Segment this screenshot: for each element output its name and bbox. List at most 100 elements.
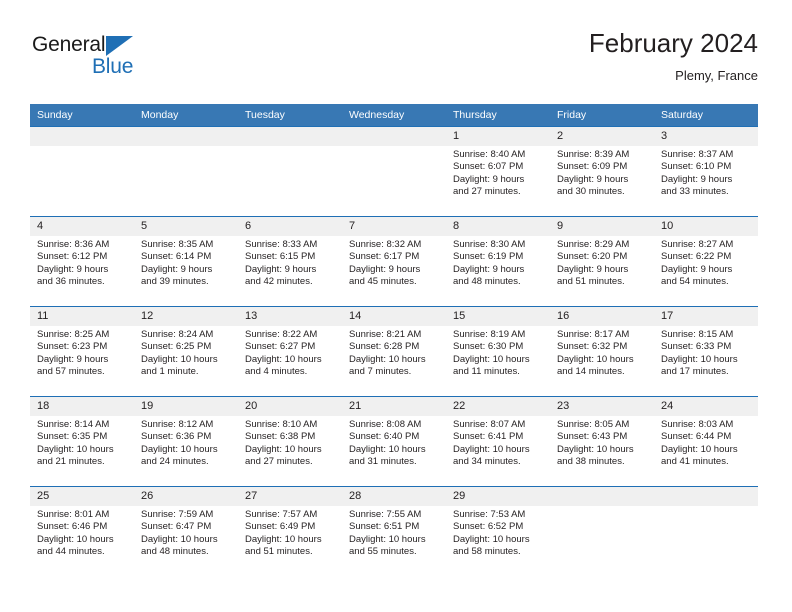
day-daylight-line-text: Daylight: 9 hours (557, 263, 629, 275)
day-sunset-text: Sunset: 6:51 PM (349, 521, 420, 533)
day-sunset-text: Sunset: 6:30 PM (453, 341, 524, 353)
calendar-day-cell[interactable]: 5 Sunrise: 8:35 AM Sunset: 6:14 PM Daylight… (134, 216, 238, 307)
day-sunrise-text: Sunrise: 8:29 AM (557, 239, 630, 250)
calendar-day-cell[interactable]: 6 Sunrise: 8:33 AM Sunset: 6:15 PM Daylight… (238, 216, 342, 307)
day-details: Sunrise: 8:39 AM Sunset: 6:09 PM Daylight:… (550, 146, 654, 199)
day-sunrise-text: Sunrise: 7:57 AM (245, 509, 318, 520)
day-sunset-text: Sunset: 6:17 PM (349, 251, 420, 263)
calendar-day-cell[interactable]: 27 Sunrise: 7:57 AM Sunset: 6:49 PM Dayligh… (238, 486, 342, 577)
day-daylight-line-text: Daylight: 9 hours (37, 263, 109, 275)
day-details: Sunrise: 8:35 AM Sunset: 6:14 PM Daylight:… (134, 236, 238, 289)
day-sunset-text: Sunset: 6:35 PM (37, 431, 108, 443)
calendar-day-cell[interactable]: 23 Sunrise: 8:05 AM Sunset: 6:43 PM Dayligh… (550, 396, 654, 487)
page-title: February 2024 (588, 28, 758, 58)
day-daylight-line-text: Daylight: 9 hours (453, 263, 525, 275)
day-details: Sunrise: 8:29 AM Sunset: 6:20 PM Daylight:… (550, 236, 654, 289)
day-daylight-line-text: and 33 minutes. (661, 186, 729, 198)
calendar-day-cell[interactable]: 10 Sunrise: 8:27 AM Sunset: 6:22 PM Dayligh… (654, 216, 758, 307)
day-number: 6 (238, 217, 342, 236)
day-sunrise-text: Sunrise: 7:53 AM (453, 509, 526, 520)
page-subtitle: Plemy, France (675, 68, 758, 83)
day-details: Sunrise: 8:14 AM Sunset: 6:35 PM Daylight:… (30, 416, 134, 469)
calendar-day-cell[interactable]: 16 Sunrise: 8:17 AM Sunset: 6:32 PM Dayligh… (550, 306, 654, 397)
day-number: 16 (550, 307, 654, 326)
day-number (550, 487, 654, 506)
day-sunrise-text: Sunrise: 7:59 AM (141, 509, 214, 520)
calendar-week-row: 4 Sunrise: 8:36 AM Sunset: 6:12 PM Daylight… (30, 216, 758, 307)
day-number: 19 (134, 397, 238, 416)
calendar-day-cell[interactable]: 11 Sunrise: 8:25 AM Sunset: 6:23 PM Dayligh… (30, 306, 134, 397)
calendar-day-cell[interactable]: 26 Sunrise: 7:59 AM Sunset: 6:47 PM Dayligh… (134, 486, 238, 577)
day-daylight-line-text: Daylight: 10 hours (557, 443, 634, 455)
day-daylight-line-text: Daylight: 10 hours (661, 353, 738, 365)
day-number: 8 (446, 217, 550, 236)
day-sunset-text: Sunset: 6:20 PM (557, 251, 628, 263)
calendar-day-cell[interactable]: 25 Sunrise: 8:01 AM Sunset: 6:46 PM Dayligh… (30, 486, 134, 577)
day-daylight-line-text: and 48 minutes. (453, 276, 521, 288)
day-sunrise-text: Sunrise: 8:17 AM (557, 329, 630, 340)
calendar-day-cell[interactable]: 9 Sunrise: 8:29 AM Sunset: 6:20 PM Daylight… (550, 216, 654, 307)
calendar-week-row: 25 Sunrise: 8:01 AM Sunset: 6:46 PM Dayligh… (30, 486, 758, 577)
calendar-day-cell[interactable]: 2 Sunrise: 8:39 AM Sunset: 6:09 PM Daylight… (550, 126, 654, 217)
calendar-header-row: Sunday Monday Tuesday Wednesday Thursday… (30, 104, 758, 127)
day-details: Sunrise: 7:53 AM Sunset: 6:52 PM Daylight:… (446, 506, 550, 559)
calendar-day-cell[interactable]: 13 Sunrise: 8:22 AM Sunset: 6:27 PM Dayligh… (238, 306, 342, 397)
day-daylight-line-text: and 39 minutes. (141, 276, 209, 288)
calendar-day-cell[interactable]: 12 Sunrise: 8:24 AM Sunset: 6:25 PM Dayligh… (134, 306, 238, 397)
day-sunrise-text: Sunrise: 8:24 AM (141, 329, 214, 340)
calendar-day-cell[interactable]: 19 Sunrise: 8:12 AM Sunset: 6:36 PM Dayligh… (134, 396, 238, 487)
calendar-day-cell[interactable]: 3 Sunrise: 8:37 AM Sunset: 6:10 PM Daylight… (654, 126, 758, 217)
day-daylight-line-text: Daylight: 10 hours (245, 443, 322, 455)
calendar-day-cell[interactable]: 22 Sunrise: 8:07 AM Sunset: 6:41 PM Dayligh… (446, 396, 550, 487)
calendar-day-cell[interactable]: 14 Sunrise: 8:21 AM Sunset: 6:28 PM Dayligh… (342, 306, 446, 397)
calendar-day-cell[interactable]: 7 Sunrise: 8:32 AM Sunset: 6:17 PM Daylight… (342, 216, 446, 307)
calendar-day-cell[interactable]: 20 Sunrise: 8:10 AM Sunset: 6:38 PM Dayligh… (238, 396, 342, 487)
day-number (342, 127, 446, 146)
day-sunrise-text: Sunrise: 8:12 AM (141, 419, 214, 430)
day-daylight-line-text: Daylight: 10 hours (349, 443, 426, 455)
day-number: 13 (238, 307, 342, 326)
day-number: 12 (134, 307, 238, 326)
calendar-day-cell[interactable]: 21 Sunrise: 8:08 AM Sunset: 6:40 PM Dayligh… (342, 396, 446, 487)
day-number: 1 (446, 127, 550, 146)
day-sunrise-text: Sunrise: 8:08 AM (349, 419, 422, 430)
weekday-header-wednesday: Wednesday (342, 104, 446, 127)
day-number: 26 (134, 487, 238, 506)
triangle-icon (106, 36, 133, 56)
calendar-day-cell[interactable]: 15 Sunrise: 8:19 AM Sunset: 6:30 PM Dayligh… (446, 306, 550, 397)
day-sunset-text: Sunset: 6:22 PM (661, 251, 732, 263)
day-sunset-text: Sunset: 6:23 PM (37, 341, 108, 353)
day-sunrise-text: Sunrise: 8:10 AM (245, 419, 318, 430)
day-number: 14 (342, 307, 446, 326)
calendar-day-cell[interactable]: 17 Sunrise: 8:15 AM Sunset: 6:33 PM Dayligh… (654, 306, 758, 397)
calendar-day-cell[interactable]: 29 Sunrise: 7:53 AM Sunset: 6:52 PM Dayligh… (446, 486, 550, 577)
day-sunrise-text: Sunrise: 8:36 AM (37, 239, 110, 250)
day-number: 3 (654, 127, 758, 146)
day-number: 11 (30, 307, 134, 326)
day-sunset-text: Sunset: 6:25 PM (141, 341, 212, 353)
day-daylight-line-text: and 44 minutes. (37, 546, 105, 558)
calendar-day-cell[interactable]: 8 Sunrise: 8:30 AM Sunset: 6:19 PM Daylight… (446, 216, 550, 307)
day-sunset-text: Sunset: 6:14 PM (141, 251, 212, 263)
day-daylight-line-text: and 31 minutes. (349, 456, 417, 468)
calendar-day-cell[interactable]: 24 Sunrise: 8:03 AM Sunset: 6:44 PM Dayligh… (654, 396, 758, 487)
day-number: 2 (550, 127, 654, 146)
day-number: 10 (654, 217, 758, 236)
day-details: Sunrise: 8:22 AM Sunset: 6:27 PM Daylight:… (238, 326, 342, 379)
day-sunrise-text: Sunrise: 8:40 AM (453, 149, 526, 160)
day-number (654, 487, 758, 506)
day-sunrise-text: Sunrise: 8:21 AM (349, 329, 422, 340)
day-daylight-line-text: Daylight: 9 hours (349, 263, 421, 275)
day-daylight-line-text: Daylight: 10 hours (349, 353, 426, 365)
calendar-day-cell[interactable]: 1 Sunrise: 8:40 AM Sunset: 6:07 PM Daylight… (446, 126, 550, 217)
day-sunset-text: Sunset: 6:46 PM (37, 521, 108, 533)
day-sunset-text: Sunset: 6:10 PM (661, 161, 732, 173)
day-details: Sunrise: 8:01 AM Sunset: 6:46 PM Daylight:… (30, 506, 134, 559)
day-details: Sunrise: 8:25 AM Sunset: 6:23 PM Daylight:… (30, 326, 134, 379)
day-number: 9 (550, 217, 654, 236)
day-daylight-line-text: and 34 minutes. (453, 456, 521, 468)
day-daylight-line-text: and 51 minutes. (557, 276, 625, 288)
calendar-day-cell[interactable]: 18 Sunrise: 8:14 AM Sunset: 6:35 PM Dayligh… (30, 396, 134, 487)
calendar-day-cell[interactable]: 4 Sunrise: 8:36 AM Sunset: 6:12 PM Daylight… (30, 216, 134, 307)
calendar-day-cell[interactable]: 28 Sunrise: 7:55 AM Sunset: 6:51 PM Dayligh… (342, 486, 446, 577)
